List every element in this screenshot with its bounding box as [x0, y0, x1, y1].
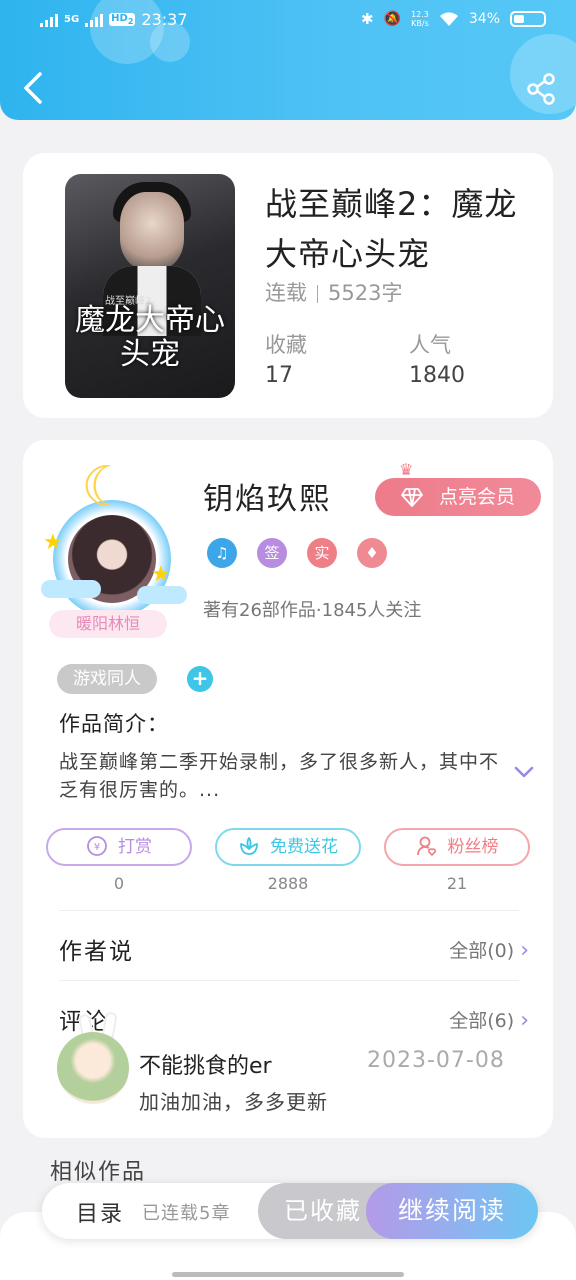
fan-ranking-label: 粉丝榜 [447, 837, 499, 857]
genre-tag[interactable]: 游戏同人 [57, 664, 157, 694]
share-button[interactable] [526, 72, 556, 106]
star-icon: ★ [151, 562, 171, 587]
popularity-label: 人气 [409, 333, 451, 357]
signal-icon [85, 13, 104, 27]
comment-date: 2023-07-08 [367, 1048, 505, 1073]
bottom-action-bar: 目录 已连载5章 已收藏 继续阅读 [42, 1183, 538, 1239]
star-icon: ★ [43, 530, 63, 555]
vip-button[interactable]: 点亮会员 [375, 478, 541, 516]
net-speed: 12.3 KB/s [411, 10, 429, 28]
vip-label: 点亮会员 [439, 486, 516, 508]
nickname-badge: 暖阳林恒 [49, 610, 167, 638]
author-says-all-link[interactable]: 全部(0) › [449, 936, 529, 963]
diamond-icon [401, 488, 423, 507]
favorites-label: 收藏 [265, 333, 307, 357]
author-name: 钥焰玖熙 [203, 482, 331, 517]
divider [59, 980, 519, 981]
author-says-all-label: 全部(0) [449, 940, 515, 962]
chevron-right-icon: › [520, 938, 529, 963]
book-info-card: 战至巅峰2 魔龙大帝心头宠 战至巅峰2：魔龙大帝心头宠 连载 5523字 收藏 1… [23, 153, 553, 418]
divider [317, 285, 318, 303]
tip-button[interactable]: ¥ 打赏 [46, 828, 192, 866]
cover-art [120, 192, 184, 270]
header: 5G HD2 23:37 ✱ 🔕 12.3 KB/s 34% [0, 0, 576, 120]
author-badges: ♫ 签实 ♦ [207, 538, 387, 568]
hd-voice-icon: HD2 [109, 13, 136, 26]
svg-text:¥: ¥ [94, 842, 100, 853]
network-type: 5G [64, 14, 80, 25]
bluetooth-icon: ✱ [361, 10, 374, 28]
home-indicator[interactable] [172, 1272, 404, 1277]
intro-label: 作品简介： [59, 712, 169, 736]
flower-count: 2888 [267, 874, 309, 893]
serial-status: 连载 [265, 281, 307, 305]
divider [59, 910, 519, 911]
mute-bell-icon: 🔕 [383, 11, 402, 27]
signed-badge[interactable]: 签 [257, 538, 287, 568]
tip-label: 打赏 [118, 837, 152, 857]
toc-label: 目录 [76, 1202, 125, 1227]
free-flower-button[interactable]: 免费送花 [215, 828, 361, 866]
status-bar: 5G HD2 23:37 ✱ 🔕 12.3 KB/s 34% [0, 0, 576, 44]
continue-reading-button[interactable]: 继续阅读 [366, 1183, 538, 1239]
commenter-name[interactable]: 不能挑食的er [139, 1048, 272, 1080]
comment-text: 加油加油，多多更新 [139, 1090, 328, 1114]
commenter-avatar[interactable] [57, 1032, 129, 1104]
free-flower-label: 免费送花 [270, 837, 338, 857]
favorites-value: 17 [265, 363, 293, 388]
crown-icon: ♛ [399, 460, 414, 479]
music-badge[interactable]: ♫ [207, 538, 237, 568]
cloud-decor [41, 580, 101, 598]
back-button[interactable] [18, 70, 48, 106]
book-cover[interactable]: 战至巅峰2 魔龙大帝心头宠 [65, 174, 235, 398]
fan-count: 21 [446, 874, 468, 893]
signal-icon [40, 13, 58, 27]
author-says-title: 作者说 [59, 939, 134, 965]
popularity-value: 1840 [409, 363, 465, 388]
author-card: ☾ ★ ★ 暖阳林恒 钥焰玖熙 ♛ 点亮会员 ♫ 签实 ♦ 著有26部作品·1845… [23, 440, 553, 1138]
tip-count: 0 [113, 874, 125, 893]
battery-percent: 34% [468, 11, 500, 27]
coin-icon: ¥ [87, 835, 107, 856]
user-heart-icon [416, 836, 436, 856]
fan-ranking-button[interactable]: 粉丝榜 [384, 828, 530, 866]
verified-badge[interactable]: 实 [307, 538, 337, 568]
chapter-count: 已连载5章 [142, 1203, 231, 1224]
similar-works-title: 相似作品 [50, 1160, 147, 1185]
comments-all-link[interactable]: 全部(6) › [449, 1006, 529, 1033]
diamond-badge[interactable]: ♦ [357, 538, 387, 568]
book-title: 战至巅峰2：魔龙大帝心头宠 [265, 185, 518, 273]
flower-icon [240, 836, 258, 855]
wifi-icon [439, 12, 458, 26]
chevron-down-icon[interactable] [513, 764, 535, 780]
moon-icon: ☾ [81, 455, 132, 520]
clock: 23:37 [141, 10, 188, 29]
comments-all-label: 全部(6) [449, 1010, 515, 1032]
intro-text[interactable]: 战至巅峰第二季开始录制，多了很多新人，其中不乏有很厉害的。... [59, 748, 499, 804]
book-meta: 连载 5523字 [265, 277, 402, 307]
cover-title: 魔龙大帝心头宠 [75, 303, 225, 372]
battery-icon [510, 11, 546, 27]
cloud-decor [137, 586, 187, 604]
add-tag-button[interactable]: + [187, 666, 213, 692]
chevron-right-icon: › [520, 1008, 529, 1033]
word-count: 5523字 [328, 281, 403, 305]
works-info: 著有26部作品·1845人关注 [203, 600, 422, 621]
